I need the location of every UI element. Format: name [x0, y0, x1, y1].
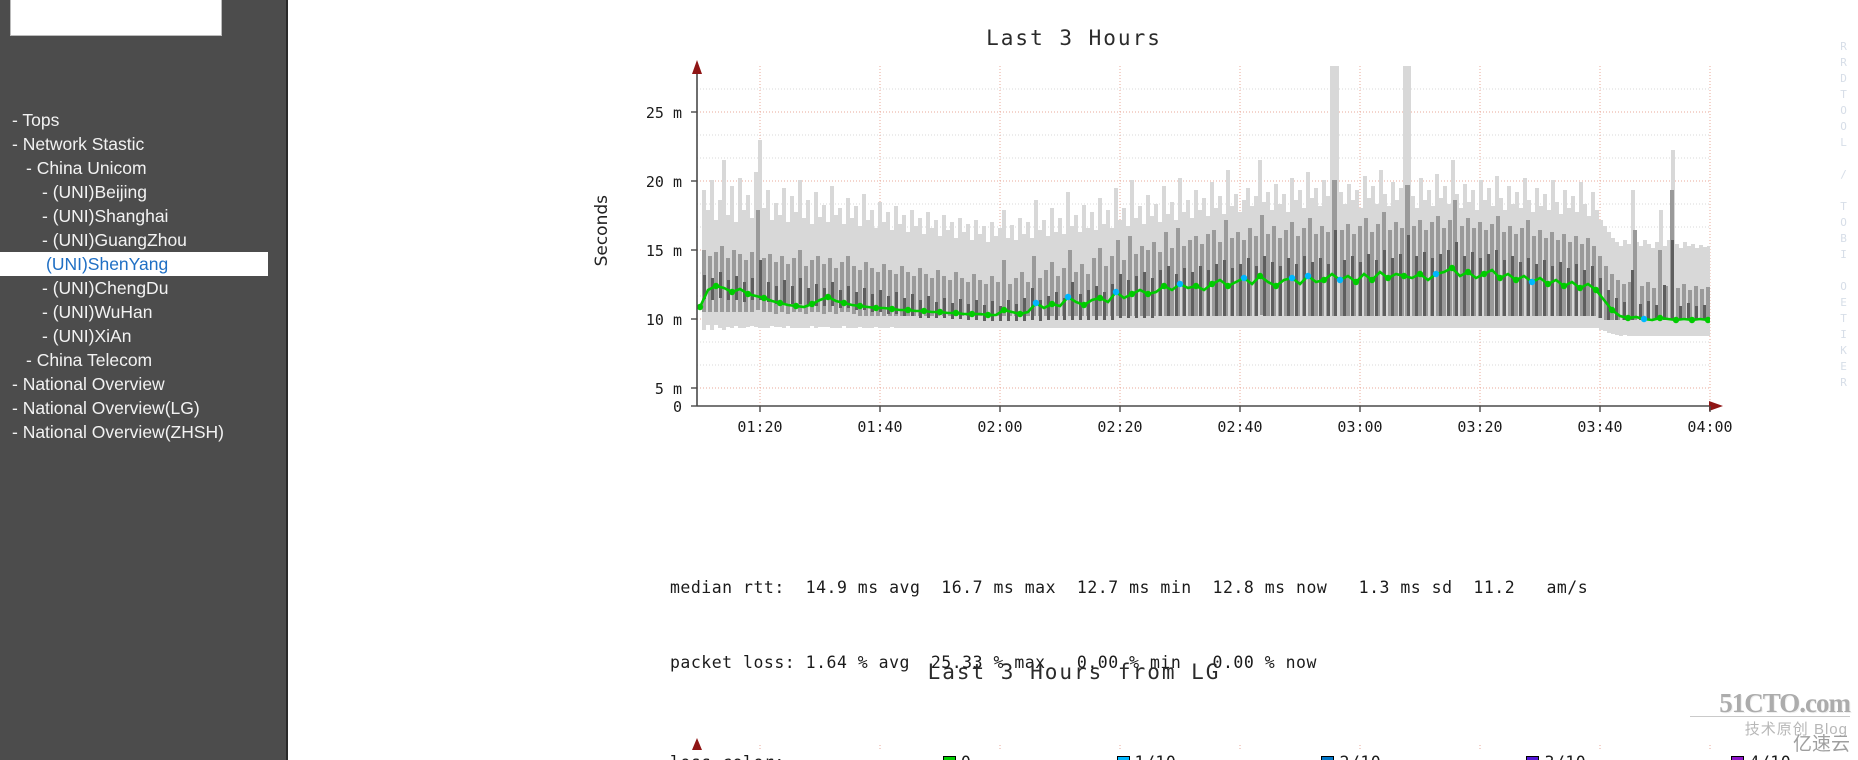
sidebar-item-network-stastic[interactable]: - Network Stastic: [0, 132, 288, 156]
x-tick-label: 01:20: [737, 418, 783, 436]
graph-title: Last 3 Hours: [986, 26, 1162, 50]
y-tick-label: 15 m: [645, 242, 682, 260]
median-rtt-row: median rtt: 14.9 ms avg 16.7 ms max 12.7…: [670, 578, 1589, 597]
smokeping-page: - Tops - Network Stastic - China Unicom - (…: [0, 0, 1858, 760]
x-tick-label: 02:20: [1097, 418, 1143, 436]
graph-title-lg: Last 3 Hours from LG: [927, 660, 1221, 684]
sidebar-item-uni-xian[interactable]: - (UNI)XiAn: [0, 324, 288, 348]
plot-area: Seconds 25 m 20 m 15 m 10 m 5 m 0 01:20 …: [290, 60, 1858, 480]
watermark-yisuyun: 亿速云: [1792, 734, 1850, 755]
main-content: Last 3 Hours RRDTOOL / TOBI OETIKER Seco…: [290, 0, 1858, 760]
sidebar-item-uni-shanghai[interactable]: - (UNI)Shanghai: [0, 204, 288, 228]
sidebar-item-national-overview-zhsh[interactable]: - National Overview(ZHSH): [0, 420, 288, 444]
sidebar-item-china-unicom[interactable]: - China Unicom: [0, 156, 288, 180]
sidebar-item-uni-shenyang[interactable]: (UNI)ShenYang: [0, 252, 268, 276]
sidebar-nav: - Tops - Network Stastic - China Unicom - (…: [0, 108, 288, 444]
x-tick-label: 04:00: [1687, 418, 1733, 436]
x-tick-label: 03:40: [1577, 418, 1623, 436]
x-tick-label: 02:00: [977, 418, 1023, 436]
y-tick-label: 25 m: [645, 104, 682, 122]
y-tick-label: 10 m: [645, 311, 682, 329]
y-tick-label: 20 m: [645, 173, 682, 191]
logo-placeholder: [10, 0, 222, 36]
x-tick-label: 03:00: [1337, 418, 1383, 436]
sidebar-item-uni-beijing[interactable]: - (UNI)Beijing: [0, 180, 288, 204]
graph-block-last-3-hours: Last 3 Hours RRDTOOL / TOBI OETIKER Seco…: [290, 0, 1858, 760]
sidebar-item-national-overview-lg[interactable]: - National Overview(LG): [0, 396, 288, 420]
x-tick-label: 03:20: [1457, 418, 1503, 436]
x-tick-label: 01:40: [857, 418, 903, 436]
sidebar-item-china-telecom[interactable]: - China Telecom: [0, 348, 288, 372]
sidebar-item-national-overview[interactable]: - National Overview: [0, 372, 288, 396]
latency-chart-lg-svg: [692, 738, 1711, 750]
watermark-51cto: 51CTO.com: [1719, 688, 1851, 718]
y-tick-label: 0: [672, 398, 682, 416]
site-watermark: 51CTO.com 技术原创 Blog 亿速云: [1684, 672, 1856, 758]
x-tick-label: 02:40: [1217, 418, 1263, 436]
latency-chart-svg: [691, 60, 1723, 412]
sidebar-item-uni-guangzhou[interactable]: - (UNI)GuangZhou: [0, 228, 288, 252]
sidebar-item-uni-chengdu[interactable]: - (UNI)ChengDu: [0, 276, 288, 300]
sidebar: - Tops - Network Stastic - China Unicom - (…: [0, 0, 288, 760]
sidebar-item-tops[interactable]: - Tops: [0, 108, 288, 132]
sidebar-item-uni-wuhan[interactable]: - (UNI)WuHan: [0, 300, 288, 324]
graph-block-last-3-hours-lg: Last 3 Hours from LG: [290, 660, 1858, 760]
watermark-divider: [1690, 716, 1850, 717]
y-tick-label: 5 m: [654, 380, 682, 398]
